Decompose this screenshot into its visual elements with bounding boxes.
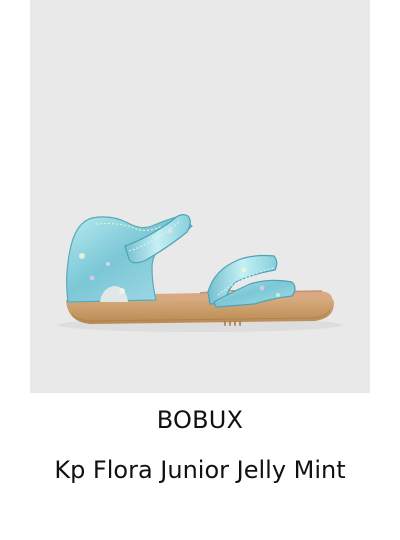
product-image[interactable] (30, 0, 370, 393)
brand-name: BOBUX (156, 406, 244, 434)
product-name-link[interactable]: Kp Flora Junior Jelly Mint (0, 451, 400, 489)
product-card[interactable]: BOBUX Kp Flora Junior Jelly Mint (0, 0, 400, 540)
sandal-icon (58, 214, 342, 332)
